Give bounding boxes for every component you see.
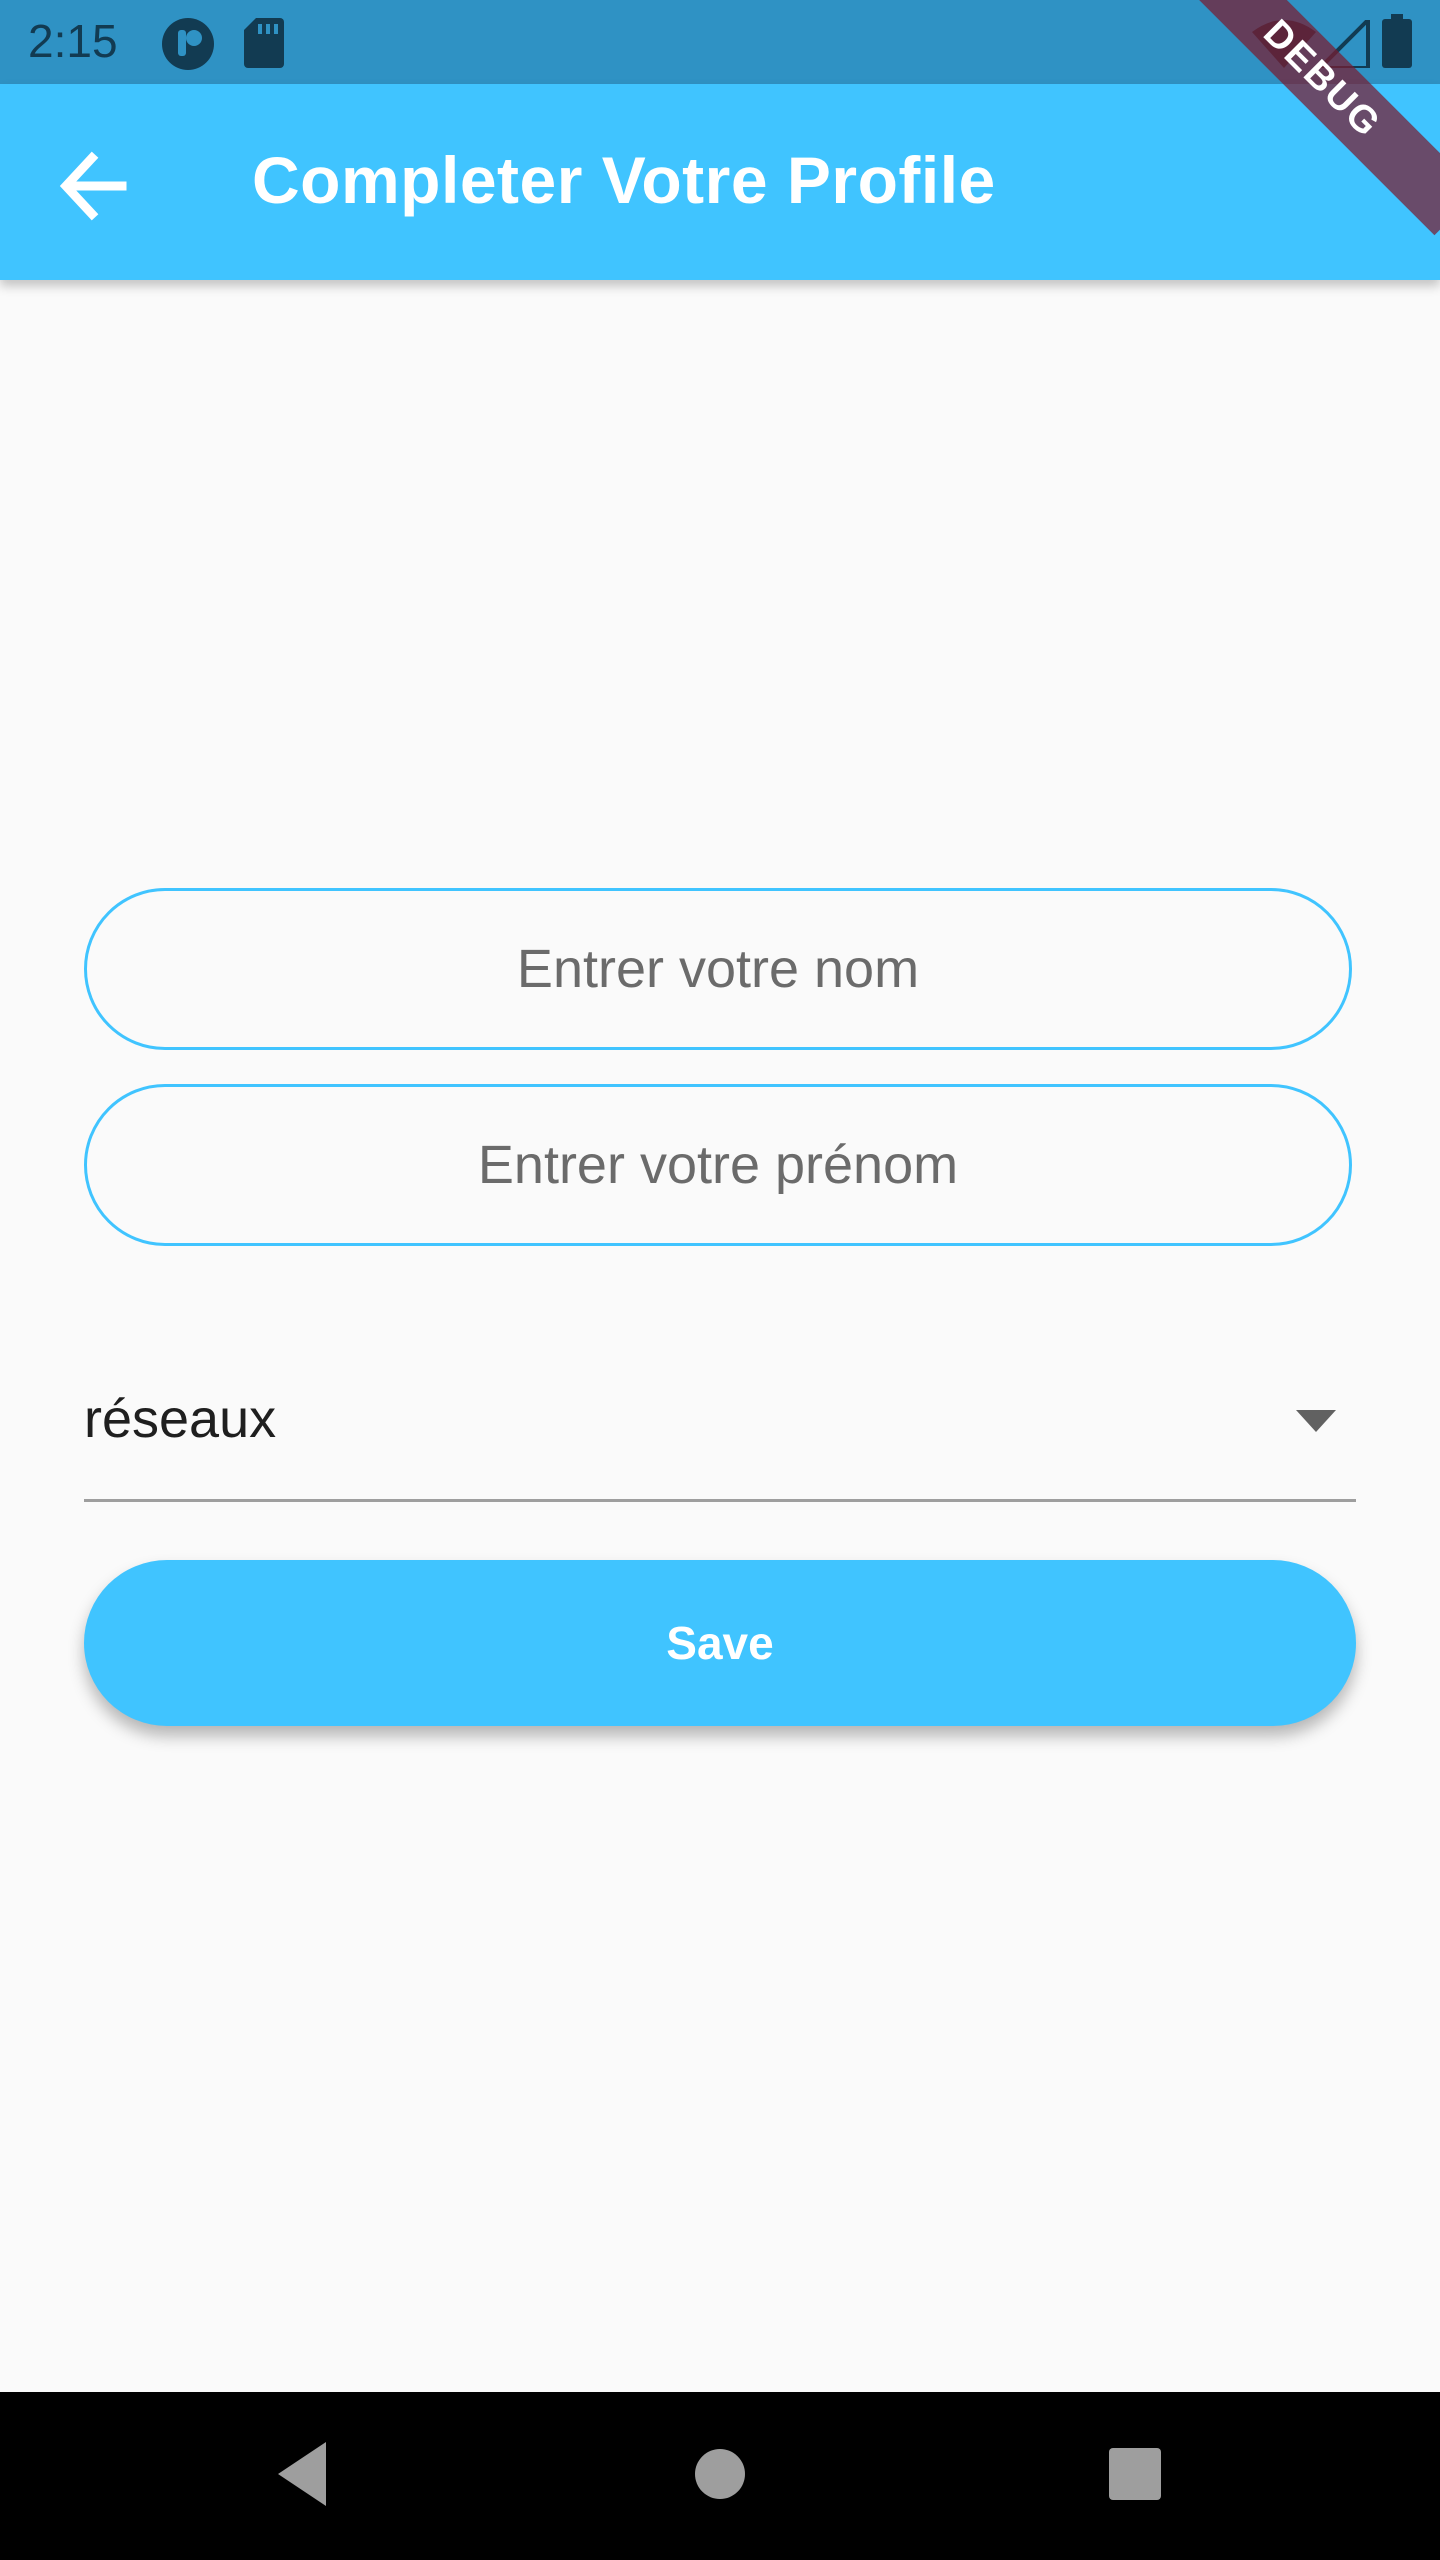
- arrow-back-icon: [40, 151, 140, 240]
- status-time: 2:15: [28, 15, 118, 67]
- recents-square-icon[interactable]: [1106, 2436, 1164, 2517]
- dropdown-selected-value: réseaux: [84, 1389, 277, 1449]
- arrow-drop-down-icon: [1296, 1410, 1336, 1437]
- home-circle-icon[interactable]: [692, 2436, 748, 2517]
- battery-icon: [1382, 14, 1412, 73]
- sd-card-icon: [244, 16, 284, 73]
- app-bar: Completer Votre Profile: [0, 84, 1440, 280]
- prenom-placeholder: Entrer votre prénom: [477, 1135, 959, 1195]
- reseaux-dropdown[interactable]: réseaux: [84, 1330, 1356, 1502]
- page-title: Completer Votre Profile: [252, 143, 996, 217]
- system-nav-bar: [0, 2392, 1440, 2560]
- nom-input[interactable]: Entrer votre nom: [84, 888, 1352, 1050]
- prenom-input[interactable]: Entrer votre prénom: [84, 1084, 1352, 1246]
- save-button[interactable]: Save: [84, 1560, 1356, 1726]
- nom-placeholder: Entrer votre nom: [516, 939, 920, 999]
- notification-app-icon: [160, 16, 216, 77]
- back-triangle-icon[interactable]: [270, 2436, 340, 2517]
- back-button[interactable]: [40, 136, 140, 236]
- save-button-label: Save: [666, 1617, 774, 1669]
